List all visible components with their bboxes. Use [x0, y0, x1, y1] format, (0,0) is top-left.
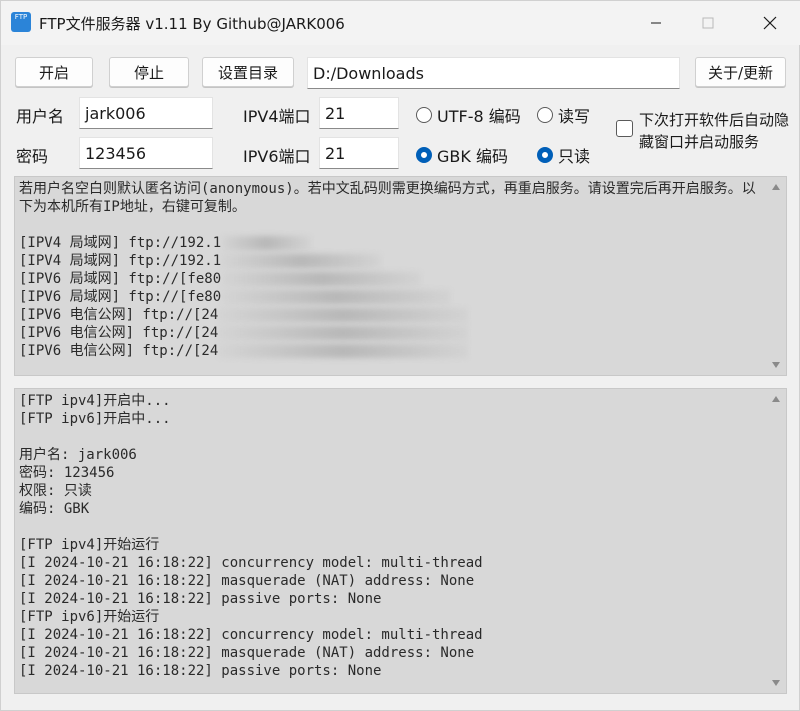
redacted-address-blur — [218, 326, 469, 340]
radio-unchecked-icon — [416, 107, 432, 123]
log-content: [FTP ipv4]开启中... [FTP ipv6]开启中... 用户名: jar… — [19, 392, 763, 680]
maximize-button[interactable] — [685, 1, 731, 45]
redacted-address-blur — [218, 308, 469, 322]
app-icon: FTP — [11, 12, 31, 32]
scroll-down-icon[interactable] — [770, 677, 782, 689]
log-line: 权限: 只读 — [19, 483, 92, 499]
address-row[interactable]: [IPV4 局域网] ftp://192.1 — [19, 252, 763, 270]
set-directory-button[interactable]: 设置目录 — [202, 57, 294, 87]
read-only-radio[interactable]: 只读 — [537, 143, 590, 167]
close-icon — [763, 16, 777, 30]
address-row[interactable]: [IPV6 电信公网] ftp://[24 — [19, 324, 763, 342]
scroll-down-icon[interactable] — [770, 359, 782, 371]
ip-info-textarea[interactable]: 若用户名空白则默认匿名访问(anonymous)。若中文乱码则需更换编码方式，再… — [14, 176, 787, 376]
address-text: [IPV4 局域网] ftp://192.1 — [19, 253, 222, 269]
log-line: [I 2024-10-21 16:18:22] masquerade (NAT)… — [19, 645, 475, 661]
utf8-encoding-label: UTF-8 编码 — [437, 107, 521, 126]
log-line: 编码: GBK — [19, 501, 90, 517]
address-row[interactable]: [IPV4 局域网] ftp://192.1 — [19, 234, 763, 252]
username-field[interactable]: jark006 — [79, 97, 213, 129]
title-bar: FTP FTP文件服务器 v1.11 By Github@JARK006 — [1, 1, 800, 45]
ipv4-port-field[interactable]: 21 — [319, 97, 399, 129]
autostart-checkbox[interactable] — [616, 120, 633, 137]
minimize-icon — [651, 22, 661, 24]
redacted-address-blur — [221, 254, 382, 268]
address-text: [IPV6 电信公网] ftp://[24 — [19, 307, 219, 323]
gbk-encoding-label: GBK 编码 — [437, 147, 508, 166]
utf8-encoding-radio[interactable]: UTF-8 编码 — [416, 103, 521, 127]
redacted-address-blur — [221, 236, 312, 250]
info-scrollbar[interactable] — [766, 177, 786, 375]
radio-checked-icon — [416, 147, 432, 163]
log-scrollbar[interactable] — [766, 389, 786, 693]
address-text: [IPV6 电信公网] ftp://[24 — [19, 325, 219, 341]
read-only-label: 只读 — [558, 147, 591, 166]
log-line: [FTP ipv6]开始运行 — [19, 609, 160, 625]
log-line: [FTP ipv4]开启中... — [19, 393, 171, 409]
log-line: 密码: 123456 — [19, 465, 115, 481]
log-line: 用户名: jark006 — [19, 447, 137, 463]
log-line: [FTP ipv6]开启中... — [19, 411, 171, 427]
window-title: FTP文件服务器 v1.11 By Github@JARK006 — [39, 15, 345, 33]
redacted-address-blur — [218, 344, 469, 358]
ipv4-port-label: IPV4端口 — [243, 107, 311, 126]
password-field[interactable]: 123456 — [79, 137, 213, 169]
read-write-label: 读写 — [558, 107, 591, 126]
log-line: [I 2024-10-21 16:18:22] passive ports: N… — [19, 591, 382, 607]
start-button[interactable]: 开启 — [15, 57, 93, 87]
log-line: [FTP ipv4]开始运行 — [19, 537, 160, 553]
gbk-encoding-radio[interactable]: GBK 编码 — [416, 143, 508, 167]
username-label: 用户名 — [16, 107, 65, 126]
log-textarea[interactable]: [FTP ipv4]开启中... [FTP ipv6]开启中... 用户名: jar… — [14, 388, 787, 694]
address-list: [IPV4 局域网] ftp://192.1 [IPV4 局域网] ftp://1… — [19, 234, 763, 360]
ip-info-content: 若用户名空白则默认匿名访问(anonymous)。若中文乱码则需更换编码方式，再… — [19, 180, 763, 360]
autostart-label[interactable]: 下次打开软件后自动隐藏窗口并启动服务 — [639, 109, 799, 153]
radio-unchecked-icon — [537, 107, 553, 123]
log-line: [I 2024-10-21 16:18:22] concurrency mode… — [19, 627, 483, 643]
scroll-up-icon[interactable] — [770, 393, 782, 405]
info-intro-text: 若用户名空白则默认匿名访问(anonymous)。若中文乱码则需更换编码方式，再… — [19, 181, 756, 215]
address-text: [IPV6 局域网] ftp://[fe80 — [19, 271, 222, 287]
about-update-button[interactable]: 关于/更新 — [695, 57, 786, 87]
scroll-up-icon[interactable] — [770, 181, 782, 193]
stop-button[interactable]: 停止 — [109, 57, 189, 87]
address-text: [IPV4 局域网] ftp://192.1 — [19, 235, 222, 251]
redacted-address-blur — [221, 272, 422, 286]
read-write-radio[interactable]: 读写 — [537, 103, 590, 127]
minimize-button[interactable] — [633, 1, 679, 45]
address-text: [IPV6 电信公网] ftp://[24 — [19, 343, 219, 359]
address-text: [IPV6 局域网] ftp://[fe80 — [19, 289, 222, 305]
address-row[interactable]: [IPV6 局域网] ftp://[fe80 — [19, 270, 763, 288]
address-row[interactable]: [IPV6 电信公网] ftp://[24 — [19, 306, 763, 324]
app-window: FTP FTP文件服务器 v1.11 By Github@JARK006 开启 … — [0, 0, 800, 711]
password-label: 密码 — [16, 147, 49, 166]
close-button[interactable] — [747, 1, 793, 45]
log-line: [I 2024-10-21 16:18:22] masquerade (NAT)… — [19, 573, 475, 589]
ipv6-port-label: IPV6端口 — [243, 147, 311, 166]
app-icon-text: FTP — [14, 13, 28, 21]
directory-field[interactable]: D:/Downloads — [307, 57, 680, 89]
ipv6-port-field[interactable]: 21 — [319, 137, 399, 169]
maximize-icon — [702, 17, 714, 29]
address-row[interactable]: [IPV6 电信公网] ftp://[24 — [19, 342, 763, 360]
address-row[interactable]: [IPV6 局域网] ftp://[fe80 — [19, 288, 763, 306]
log-line: [I 2024-10-21 16:18:22] passive ports: N… — [19, 663, 382, 679]
redacted-address-blur — [221, 290, 452, 304]
radio-checked-icon — [537, 147, 553, 163]
log-line: [I 2024-10-21 16:18:22] concurrency mode… — [19, 555, 483, 571]
